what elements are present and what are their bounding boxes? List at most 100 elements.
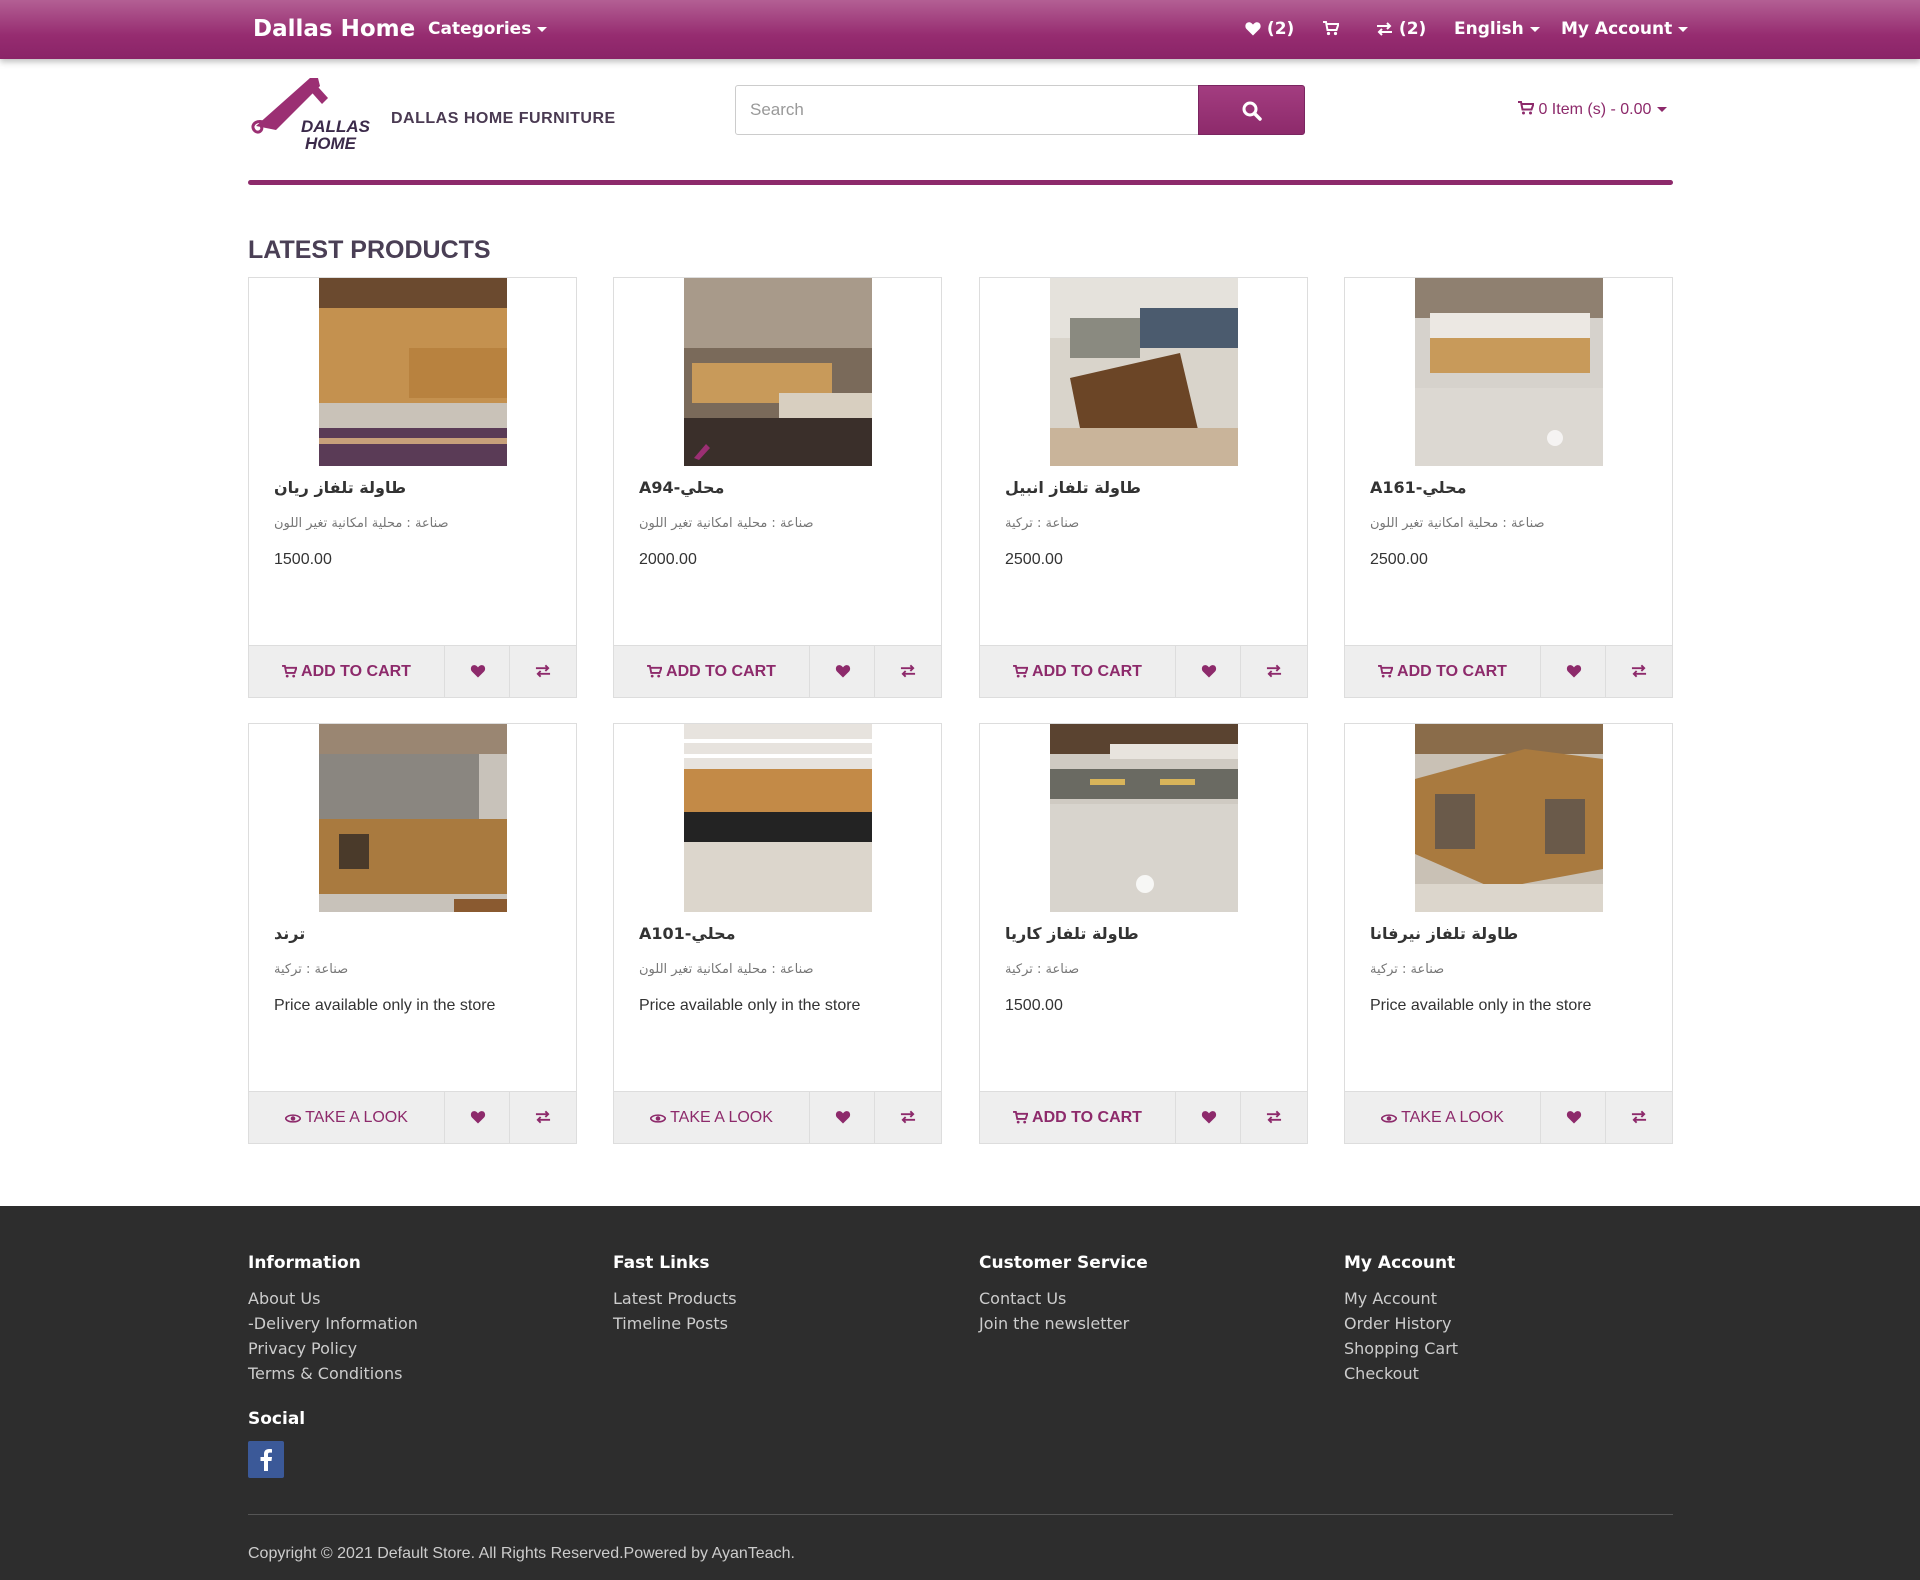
product-name[interactable]: محلي-A161 bbox=[1370, 478, 1650, 497]
cart-summary-dropdown[interactable]: 0 Item (s) - 0.00 bbox=[1518, 96, 1668, 124]
brand-link[interactable]: Dallas Home bbox=[253, 0, 415, 59]
compare-link[interactable]: (2) bbox=[1376, 0, 1426, 59]
product-description: صناعة : تركية bbox=[1005, 516, 1080, 531]
product-name[interactable]: طاولة تلفاز انبيل bbox=[1005, 478, 1285, 497]
product-price: Price available only in the store bbox=[1370, 997, 1592, 1014]
product-description: صناعة : محلية امكانية تغير اللون bbox=[274, 516, 449, 531]
cart-icon bbox=[1518, 101, 1535, 115]
caret-down-icon bbox=[1678, 26, 1689, 32]
add-to-cart-button[interactable]: ADD TO CART bbox=[614, 646, 810, 697]
footer-link-delivery[interactable]: -Delivery Information bbox=[248, 1311, 418, 1336]
facebook-icon bbox=[260, 1449, 272, 1471]
heart-icon bbox=[1201, 665, 1217, 678]
eye-icon bbox=[1380, 1114, 1398, 1123]
language-dropdown[interactable]: English bbox=[1454, 0, 1540, 59]
product-image[interactable] bbox=[319, 724, 507, 912]
compare-button[interactable] bbox=[875, 646, 941, 697]
product-image[interactable] bbox=[684, 724, 872, 912]
cart-link[interactable] bbox=[1323, 0, 1340, 59]
footer-link-my-account[interactable]: My Account bbox=[1344, 1286, 1458, 1311]
product-description: صناعة : محلية امكانية تغير اللون bbox=[639, 516, 814, 531]
footer-link-privacy[interactable]: Privacy Policy bbox=[248, 1336, 418, 1361]
compare-button[interactable] bbox=[1606, 1092, 1672, 1143]
account-dropdown[interactable]: My Account bbox=[1561, 0, 1689, 59]
add-to-wishlist-button[interactable] bbox=[445, 646, 510, 697]
company-name: DALLAS HOME FURNITURE bbox=[391, 110, 616, 127]
exchange-icon bbox=[1631, 664, 1647, 678]
compare-button[interactable] bbox=[510, 646, 576, 697]
add-to-wishlist-button[interactable] bbox=[1176, 646, 1241, 697]
product-image[interactable] bbox=[319, 278, 507, 466]
take-a-look-button[interactable]: TAKE A LOOK bbox=[1345, 1092, 1541, 1143]
add-to-wishlist-button[interactable] bbox=[810, 1092, 875, 1143]
cart-icon bbox=[647, 665, 663, 678]
product-actions: TAKE A LOOK bbox=[249, 1091, 576, 1143]
action-label: ADD TO CART bbox=[1032, 1109, 1142, 1126]
compare-button[interactable] bbox=[1241, 646, 1307, 697]
add-to-cart-button[interactable]: ADD TO CART bbox=[1345, 646, 1541, 697]
take-a-look-button[interactable]: TAKE A LOOK bbox=[614, 1092, 810, 1143]
take-a-look-button[interactable]: TAKE A LOOK bbox=[249, 1092, 445, 1143]
product-card: طاولة تلفاز كاريا صناعة : تركية 1500.00 ADD… bbox=[979, 723, 1308, 1144]
section-title: LATEST PRODUCTS bbox=[248, 236, 491, 264]
add-to-wishlist-button[interactable] bbox=[1541, 1092, 1606, 1143]
compare-button[interactable] bbox=[1606, 646, 1672, 697]
add-to-cart-button[interactable]: ADD TO CART bbox=[249, 646, 445, 697]
cart-icon bbox=[1013, 1111, 1029, 1124]
product-image[interactable] bbox=[1050, 278, 1238, 466]
search-button[interactable] bbox=[1198, 85, 1305, 135]
header-divider bbox=[248, 180, 1673, 185]
heart-icon bbox=[1245, 22, 1261, 36]
add-to-wishlist-button[interactable] bbox=[1176, 1092, 1241, 1143]
heart-icon bbox=[835, 665, 851, 678]
action-label: TAKE A LOOK bbox=[1401, 1109, 1504, 1126]
footer-link-shopping-cart[interactable]: Shopping Cart bbox=[1344, 1336, 1458, 1361]
footer-link-terms[interactable]: Terms & Conditions bbox=[248, 1361, 418, 1386]
compare-button[interactable] bbox=[510, 1092, 576, 1143]
add-to-cart-button[interactable]: ADD TO CART bbox=[980, 646, 1176, 697]
product-card: محلي-A94 صناعة : محلية امكانية تغير اللون… bbox=[613, 277, 942, 698]
product-name[interactable]: طاولة تلفاز نيرفانا bbox=[1370, 924, 1650, 943]
footer-customer-service-title: Customer Service bbox=[979, 1253, 1148, 1273]
footer-link-latest-products[interactable]: Latest Products bbox=[613, 1286, 737, 1311]
add-to-cart-button[interactable]: ADD TO CART bbox=[980, 1092, 1176, 1143]
product-image[interactable] bbox=[684, 278, 872, 466]
product-price: Price available only in the store bbox=[639, 997, 861, 1014]
product-image[interactable] bbox=[1415, 724, 1603, 912]
categories-dropdown[interactable]: Categories bbox=[428, 0, 548, 59]
product-name[interactable]: محلي-A94 bbox=[639, 478, 919, 497]
dallas-home-logo[interactable]: DALLAS HOME bbox=[248, 74, 372, 158]
add-to-wishlist-button[interactable] bbox=[810, 646, 875, 697]
exchange-icon bbox=[1631, 1110, 1647, 1124]
footer-link-checkout[interactable]: Checkout bbox=[1344, 1361, 1458, 1386]
footer-link-about[interactable]: About Us bbox=[248, 1286, 418, 1311]
footer-link-contact[interactable]: Contact Us bbox=[979, 1286, 1129, 1311]
language-label: English bbox=[1454, 19, 1524, 39]
facebook-button[interactable] bbox=[248, 1441, 284, 1478]
action-label: TAKE A LOOK bbox=[670, 1109, 773, 1126]
search-input[interactable]: Search bbox=[735, 85, 1199, 135]
product-name[interactable]: طاولة تلفاز كاريا bbox=[1005, 924, 1285, 943]
compare-button[interactable] bbox=[875, 1092, 941, 1143]
add-to-wishlist-button[interactable] bbox=[445, 1092, 510, 1143]
product-card: محلي-A161 صناعة : محلية امكانية تغير اللو… bbox=[1344, 277, 1673, 698]
compare-button[interactable] bbox=[1241, 1092, 1307, 1143]
product-description: صناعة : محلية امكانية تغير اللون bbox=[639, 962, 814, 977]
footer-link-order-history[interactable]: Order History bbox=[1344, 1311, 1458, 1336]
add-to-wishlist-button[interactable] bbox=[1541, 646, 1606, 697]
exchange-icon bbox=[900, 664, 916, 678]
product-name[interactable]: طاولة تلفاز ريان bbox=[274, 478, 554, 497]
product-name[interactable]: محلي-A101 bbox=[639, 924, 919, 943]
product-name[interactable]: ترند bbox=[274, 924, 554, 943]
footer-link-timeline[interactable]: Timeline Posts bbox=[613, 1311, 737, 1336]
product-actions: TAKE A LOOK bbox=[614, 1091, 941, 1143]
wishlist-link[interactable]: (2) bbox=[1245, 0, 1294, 59]
product-description: صناعة : محلية امكانية تغير اللون bbox=[1370, 516, 1545, 531]
product-image[interactable] bbox=[1050, 724, 1238, 912]
product-card: طاولة تلفاز ريان صناعة : محلية امكانية تغ… bbox=[248, 277, 577, 698]
footer-fastlinks-title: Fast Links bbox=[613, 1253, 710, 1273]
product-image[interactable] bbox=[1415, 278, 1603, 466]
cart-icon bbox=[1378, 665, 1394, 678]
exchange-icon bbox=[535, 1110, 551, 1124]
footer-link-newsletter[interactable]: Join the newsletter bbox=[979, 1311, 1129, 1336]
